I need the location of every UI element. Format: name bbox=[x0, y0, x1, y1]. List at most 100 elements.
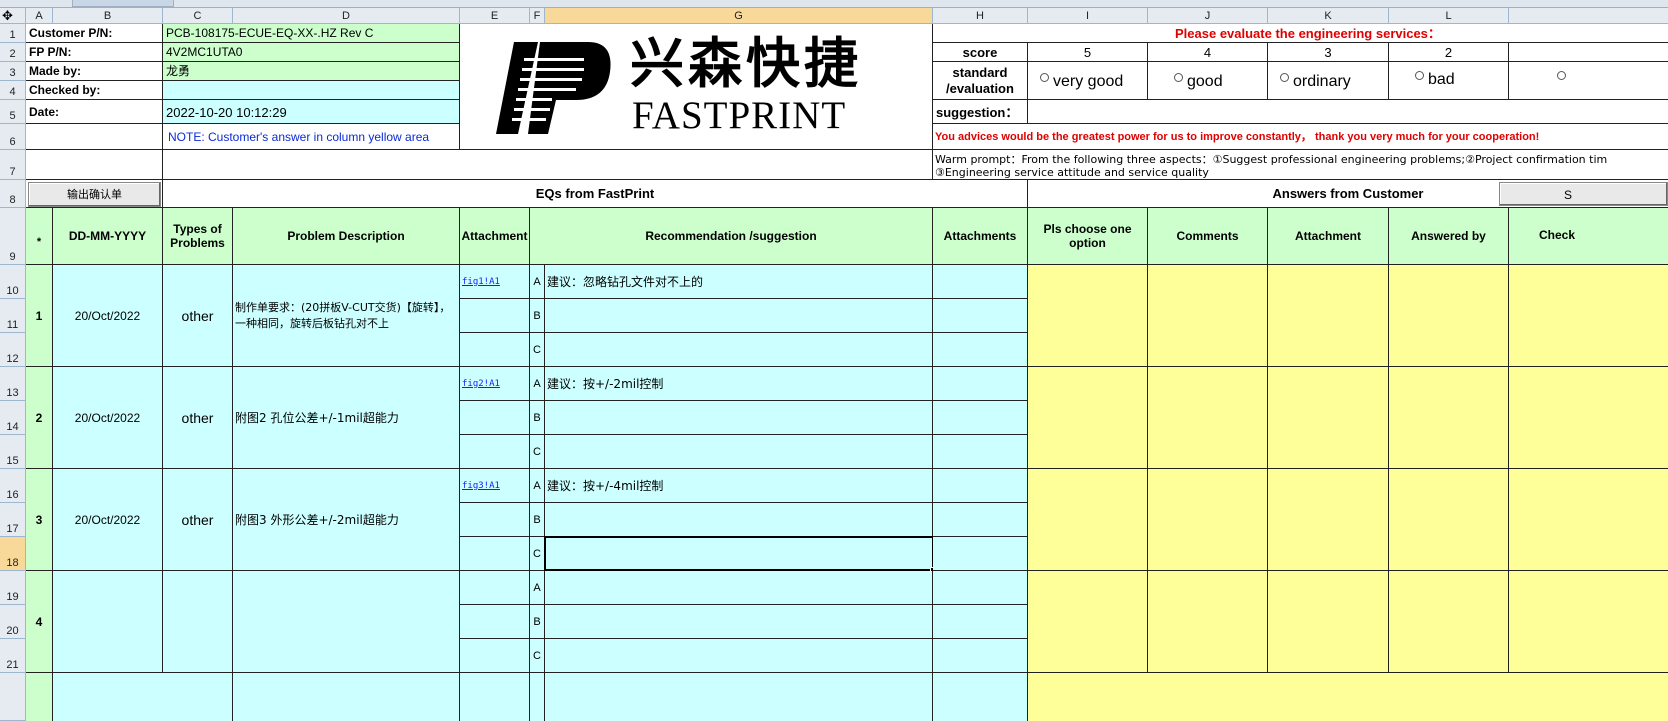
radio-icon[interactable] bbox=[1557, 71, 1566, 80]
row-header[interactable] bbox=[0, 673, 26, 721]
answer-choose-option[interactable] bbox=[1028, 265, 1148, 367]
row-header[interactable]: 7 bbox=[0, 150, 26, 180]
column-header-c[interactable]: C bbox=[163, 8, 233, 24]
answer-check[interactable] bbox=[1509, 265, 1668, 367]
recommendation-b[interactable] bbox=[545, 299, 933, 333]
row-header[interactable]: 8 bbox=[0, 180, 26, 208]
attachments-a[interactable] bbox=[933, 367, 1028, 401]
answer-check[interactable] bbox=[1509, 367, 1668, 469]
attachments-b[interactable] bbox=[933, 299, 1028, 333]
column-header-j[interactable]: J bbox=[1148, 8, 1268, 24]
customer-pn-value[interactable]: PCB-108175-ECUE-EQ-XX-.HZ Rev C bbox=[163, 24, 460, 43]
row-header[interactable]: 11 bbox=[0, 299, 26, 333]
attachment-link[interactable]: fig1!A1 bbox=[460, 277, 500, 287]
recommendation-b[interactable] bbox=[545, 605, 933, 639]
blank-row-7[interactable] bbox=[26, 150, 163, 180]
answer-answered-by[interactable] bbox=[1389, 469, 1509, 571]
column-header-d[interactable]: D bbox=[233, 8, 460, 24]
radio-icon[interactable] bbox=[1415, 71, 1424, 80]
row-header[interactable]: 10 bbox=[0, 265, 26, 299]
option-very-bad-partial[interactable] bbox=[1509, 62, 1668, 100]
recommendation-a[interactable]: 建议：忽略钻孔文件对不上的 bbox=[545, 265, 933, 299]
eq-attachment-c[interactable] bbox=[460, 333, 530, 367]
column-header-k[interactable]: K bbox=[1268, 8, 1389, 24]
option-ordinary[interactable]: ordinary bbox=[1268, 62, 1389, 100]
answer-check[interactable] bbox=[1509, 469, 1668, 571]
made-by-value[interactable]: 龙勇 bbox=[163, 62, 460, 81]
answer-choose-option[interactable] bbox=[1028, 571, 1148, 673]
answers-submit-button[interactable]: S bbox=[1499, 182, 1668, 206]
row-header[interactable]: 14 bbox=[0, 401, 26, 435]
eq-attachment-b[interactable] bbox=[460, 401, 530, 435]
answer-choose-option[interactable] bbox=[1028, 367, 1148, 469]
row-header[interactable]: 5 bbox=[0, 100, 26, 124]
answer-comments[interactable] bbox=[1148, 571, 1268, 673]
column-header-l[interactable]: L bbox=[1389, 8, 1509, 24]
row-header[interactable]: 15 bbox=[0, 435, 26, 469]
column-header-b[interactable]: B bbox=[53, 8, 163, 24]
answer-answered-by[interactable] bbox=[1389, 571, 1509, 673]
radio-icon[interactable] bbox=[1280, 73, 1289, 82]
partial-row-letter[interactable] bbox=[530, 673, 545, 721]
partial-row-answers[interactable] bbox=[1028, 673, 1668, 721]
answer-attachment[interactable] bbox=[1268, 265, 1389, 367]
checked-by-value[interactable] bbox=[163, 81, 460, 100]
attachments-a[interactable] bbox=[933, 469, 1028, 503]
answer-attachment[interactable] bbox=[1268, 367, 1389, 469]
eq-date[interactable] bbox=[53, 571, 163, 673]
column-header-h[interactable]: H bbox=[933, 8, 1028, 24]
column-header-e[interactable]: E bbox=[460, 8, 530, 24]
blank-a6[interactable] bbox=[26, 124, 163, 150]
date-value[interactable]: 2022-10-20 10:12:29 bbox=[163, 100, 460, 124]
eq-attachment-c[interactable] bbox=[460, 639, 530, 673]
column-header-f[interactable]: F bbox=[530, 8, 545, 24]
option-bad[interactable]: bad bbox=[1389, 62, 1509, 100]
column-header-g[interactable]: G bbox=[545, 8, 933, 24]
eq-attachment-c[interactable] bbox=[460, 435, 530, 469]
attachments-c[interactable] bbox=[933, 537, 1028, 571]
attachments-c[interactable] bbox=[933, 333, 1028, 367]
answer-comments[interactable] bbox=[1148, 367, 1268, 469]
attachments-b[interactable] bbox=[933, 503, 1028, 537]
attachment-link[interactable]: fig2!A1 bbox=[460, 379, 500, 389]
row-header[interactable]: 1 bbox=[0, 24, 26, 43]
radio-icon[interactable] bbox=[1174, 73, 1183, 82]
row-header[interactable]: 12 bbox=[0, 333, 26, 367]
recommendation-c[interactable] bbox=[545, 435, 933, 469]
fp-pn-value[interactable]: 4V2MC1UTA0 bbox=[163, 43, 460, 62]
suggestion-input[interactable] bbox=[1028, 100, 1668, 124]
option-good[interactable]: good bbox=[1148, 62, 1268, 100]
eq-description[interactable] bbox=[233, 571, 460, 673]
toolbar-tab[interactable] bbox=[72, 0, 174, 7]
recommendation-a[interactable]: 建议：按+/-2mil控制 bbox=[545, 367, 933, 401]
row-header[interactable]: 6 bbox=[0, 124, 26, 150]
eq-attachment-c[interactable] bbox=[460, 537, 530, 571]
recommendation-b[interactable] bbox=[545, 401, 933, 435]
recommendation-c-selected-cell[interactable] bbox=[544, 536, 934, 571]
answer-answered-by[interactable] bbox=[1389, 367, 1509, 469]
attachments-b[interactable] bbox=[933, 605, 1028, 639]
eq-attachment-link[interactable]: fig3!A1 bbox=[460, 469, 530, 503]
eq-type[interactable] bbox=[163, 571, 233, 673]
eq-attachment-b[interactable] bbox=[460, 503, 530, 537]
eq-attachment-b[interactable] bbox=[460, 299, 530, 333]
radio-icon[interactable] bbox=[1040, 73, 1049, 82]
row-header[interactable]: 17 bbox=[0, 503, 26, 537]
partial-row-desc[interactable] bbox=[233, 673, 460, 721]
eq-attachment-link[interactable] bbox=[460, 571, 530, 605]
answer-choose-option[interactable] bbox=[1028, 469, 1148, 571]
attachments-c[interactable] bbox=[933, 435, 1028, 469]
attachments-c[interactable] bbox=[933, 639, 1028, 673]
partial-row-rec[interactable] bbox=[545, 673, 933, 721]
row-header[interactable]: 9 bbox=[0, 208, 26, 265]
answer-comments[interactable] bbox=[1148, 469, 1268, 571]
recommendation-c[interactable] bbox=[545, 639, 933, 673]
row-header[interactable]: 2 bbox=[0, 43, 26, 62]
row-header[interactable]: 13 bbox=[0, 367, 26, 401]
answer-comments[interactable] bbox=[1148, 265, 1268, 367]
attachment-link[interactable]: fig3!A1 bbox=[460, 481, 500, 491]
row-header[interactable]: 16 bbox=[0, 469, 26, 503]
partial-row-a[interactable] bbox=[26, 673, 53, 721]
attachments-a[interactable] bbox=[933, 571, 1028, 605]
row-header[interactable]: 19 bbox=[0, 571, 26, 605]
